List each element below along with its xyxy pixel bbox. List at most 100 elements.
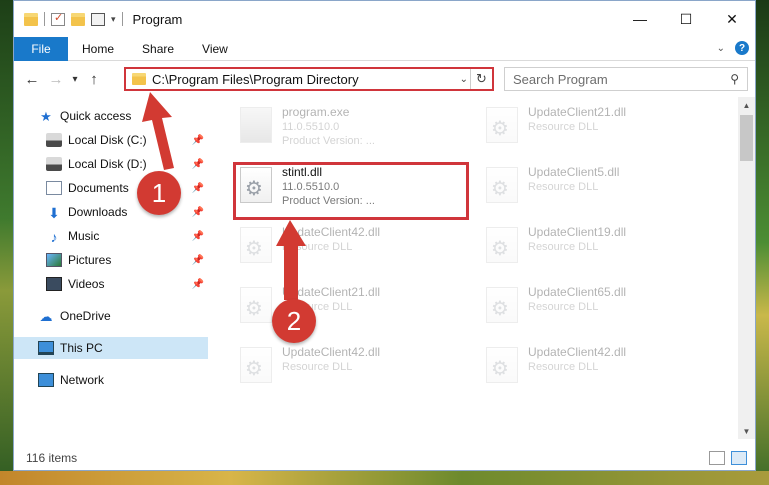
scroll-up-arrow-icon[interactable]: ▲: [738, 97, 755, 113]
address-folder-icon: [132, 73, 146, 85]
recent-locations-chevron-icon[interactable]: ▾: [68, 74, 82, 85]
file-product-version: Product Version: ...: [282, 135, 375, 147]
sidebar-item-downloads[interactable]: ⬇ Downloads 📌: [14, 201, 208, 223]
sidebar-item-videos[interactable]: Videos 📌: [14, 273, 208, 295]
help-icon[interactable]: ?: [735, 41, 749, 55]
step-badge-1: 1: [137, 171, 181, 215]
sidebar-item-network[interactable]: Network: [14, 369, 208, 391]
tiles-view-icon[interactable]: [731, 451, 747, 465]
title-bar: ▾ Program — ☐ ✕: [14, 1, 755, 37]
sidebar-item-local-disk-d[interactable]: Local Disk (D:) 📌: [14, 153, 208, 175]
desktop-background-bottom: [0, 471, 769, 485]
toolbar-separator: [121, 12, 123, 26]
file-description: Resource DLL: [528, 361, 599, 373]
pin-icon[interactable]: 📌: [192, 135, 204, 146]
file-name: program.exe: [282, 105, 350, 119]
dll-icon: ⚙: [486, 227, 518, 263]
file-item-dll[interactable]: ⚙ UpdateClient42.dll Resource DLL: [230, 339, 460, 391]
vertical-scrollbar[interactable]: ▲ ▼: [738, 97, 755, 439]
file-item-dll[interactable]: ⚙ UpdateClient21.dll Resource DLL: [476, 99, 706, 151]
dll-icon: ⚙: [240, 227, 272, 263]
sidebar-item-label: Local Disk (C:): [68, 133, 147, 147]
dll-icon: ⚙: [486, 107, 518, 143]
view-toggle: [709, 451, 747, 465]
disk-icon: [46, 157, 62, 171]
gear-icon: ⚙: [491, 118, 509, 140]
maximize-button[interactable]: ☐: [663, 1, 709, 37]
minimize-button[interactable]: —: [617, 1, 663, 37]
file-description: Resource DLL: [528, 301, 599, 313]
status-bar: 116 items: [14, 446, 755, 470]
documents-icon: [46, 181, 62, 195]
sidebar-item-quick-access[interactable]: ★ Quick access: [14, 105, 208, 127]
file-item-dll[interactable]: ⚙ UpdateClient21.dll Resource DLL: [230, 279, 460, 331]
scroll-thumb[interactable]: [740, 115, 753, 161]
pin-icon[interactable]: 📌: [192, 255, 204, 266]
dll-icon: ⚙: [486, 287, 518, 323]
music-icon: ♪: [50, 229, 58, 245]
file-item-dll[interactable]: ⚙ UpdateClient42.dll Resource DLL: [230, 219, 460, 271]
sidebar-item-pictures[interactable]: Pictures 📌: [14, 249, 208, 271]
file-item-dll[interactable]: ⚙ UpdateClient19.dll Resource DLL: [476, 219, 706, 271]
back-button[interactable]: ←: [20, 71, 44, 88]
window-controls: — ☐ ✕: [617, 1, 755, 37]
file-item-dll[interactable]: ⚙ UpdateClient5.dll Resource DLL: [476, 159, 706, 211]
gear-icon: ⚙: [245, 298, 263, 320]
tab-share[interactable]: Share: [128, 42, 188, 56]
pin-icon[interactable]: 📌: [192, 207, 204, 218]
desktop-background-right: [756, 0, 769, 485]
tab-file[interactable]: File: [14, 36, 68, 61]
file-description: Resource DLL: [282, 361, 353, 373]
file-name: UpdateClient5.dll: [528, 165, 620, 179]
file-item-program-exe[interactable]: program.exe 11.0.5510.0 Product Version:…: [230, 99, 460, 151]
file-version: 11.0.5510.0: [282, 121, 340, 133]
rename-icon[interactable]: [91, 12, 105, 26]
pin-icon[interactable]: 📌: [192, 183, 204, 194]
window-title: Program: [132, 11, 183, 27]
highlight-box-stintl: [233, 162, 469, 220]
pin-icon[interactable]: 📌: [192, 279, 204, 290]
details-view-icon[interactable]: [709, 451, 725, 465]
file-name: UpdateClient65.dll: [528, 285, 627, 299]
address-bar[interactable]: C:\Program Files\Program Directory ⌄ ↻: [124, 67, 494, 91]
refresh-button[interactable]: ↻: [470, 69, 492, 89]
dll-icon: ⚙: [240, 347, 272, 383]
properties-check-icon[interactable]: [51, 11, 65, 26]
sidebar-item-label: Documents: [68, 181, 129, 195]
file-name: UpdateClient42.dll: [528, 345, 627, 359]
pin-icon[interactable]: 📌: [192, 231, 204, 242]
file-description: Resource DLL: [528, 181, 599, 193]
address-history-chevron-icon[interactable]: ⌄: [460, 74, 468, 85]
new-folder-icon[interactable]: [71, 12, 85, 26]
file-name: UpdateClient42.dll: [282, 345, 381, 359]
tab-home[interactable]: Home: [68, 42, 128, 56]
ribbon-tabs: File Home Share View ⌄ ?: [14, 36, 755, 61]
toolbar-separator: [44, 12, 45, 26]
sidebar-item-onedrive[interactable]: ☁ OneDrive: [14, 305, 208, 327]
file-item-dll[interactable]: ⚙ UpdateClient42.dll Resource DLL: [476, 339, 706, 391]
disk-icon: [46, 133, 62, 147]
customize-toolbar-chevron-icon[interactable]: ▾: [111, 14, 116, 25]
gear-icon: ⚙: [245, 358, 263, 380]
sidebar-item-this-pc[interactable]: This PC: [14, 337, 208, 359]
file-description: Resource DLL: [282, 241, 353, 253]
file-name: UpdateClient42.dll: [282, 225, 381, 239]
explorer-window: ▾ Program — ☐ ✕ File Home Share View ⌄ ?…: [13, 0, 756, 471]
file-name: UpdateClient19.dll: [528, 225, 627, 239]
file-name: UpdateClient21.dll: [282, 285, 381, 299]
search-input[interactable]: Search Program: [513, 72, 608, 87]
sidebar-item-local-disk-c[interactable]: Local Disk (C:) 📌: [14, 129, 208, 151]
pin-icon[interactable]: 📌: [192, 159, 204, 170]
forward-button[interactable]: →: [44, 71, 68, 88]
expand-ribbon-chevron-icon[interactable]: ⌄: [717, 43, 725, 54]
address-path[interactable]: C:\Program Files\Program Directory: [152, 72, 359, 87]
close-button[interactable]: ✕: [709, 1, 755, 37]
scroll-down-arrow-icon[interactable]: ▼: [738, 423, 755, 439]
ribbon-help-area: ⌄ ?: [717, 41, 749, 55]
sidebar-item-music[interactable]: ♪ Music 📌: [14, 225, 208, 247]
file-list: program.exe 11.0.5510.0 Product Version:…: [210, 97, 742, 439]
up-button[interactable]: ↑: [82, 71, 106, 88]
tab-view[interactable]: View: [188, 42, 242, 56]
file-item-dll[interactable]: ⚙ UpdateClient65.dll Resource DLL: [476, 279, 706, 331]
search-box[interactable]: Search Program ⚲: [504, 67, 748, 91]
